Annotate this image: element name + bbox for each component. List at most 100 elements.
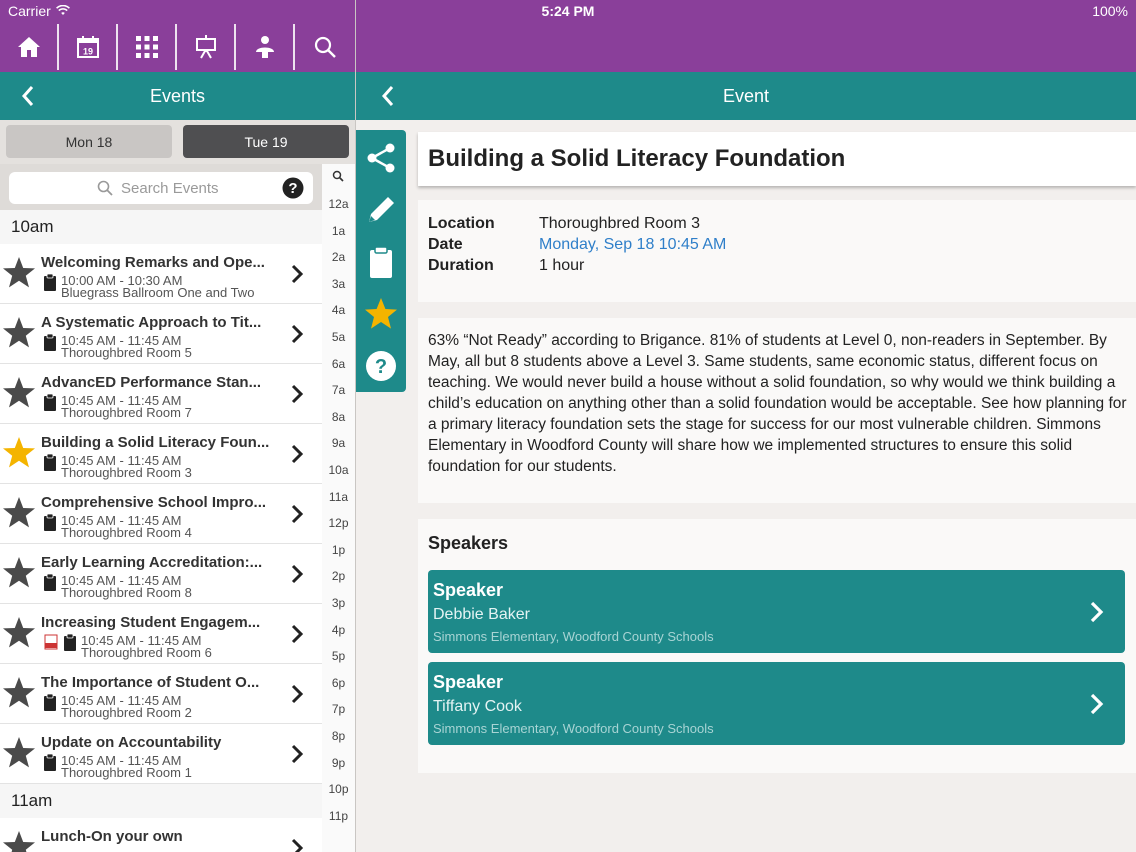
clipboard-icon [44,753,56,771]
event-row[interactable]: Update on Accountability 10:45 AM - 11:45… [0,724,322,784]
handouts-button[interactable] [356,236,406,288]
duration-value: 1 hour [539,257,585,274]
event-room: Thoroughbred Room 4 [61,525,192,540]
star-icon[interactable] [2,436,36,470]
time-index-item[interactable]: 9p [322,756,355,770]
event-title: Lunch-On your own [41,828,183,845]
favorite-button[interactable] [356,288,406,340]
index-search-icon[interactable] [332,170,344,182]
hour-header-10am: 10am [0,210,322,244]
time-index-item[interactable]: 6p [322,676,355,690]
time-index[interactable]: 12a 1a 2a 3a 4a 5a 6a 7a 8a 9a 10a 11a 12p 1p 2p 3p 4p 5p… [322,164,355,852]
grid-icon [135,36,158,58]
event-row[interactable]: AdvancED Performance Stan... 10:45 AM - 1… [0,364,322,424]
event-details-card: Location Thoroughbred Room 3 Date Monday… [418,200,1136,302]
star-icon[interactable] [2,676,36,710]
search-box[interactable]: ? [9,172,313,204]
speaker-name: Debbie Baker [433,606,530,623]
tab-tue-19[interactable]: Tue 19 [183,125,349,158]
time-index-item[interactable]: 1p [322,543,355,557]
event-title: Increasing Student Engagem... [41,614,261,631]
time-index-item[interactable]: 10a [322,463,355,477]
clipboard-icon [44,693,56,711]
svg-text:?: ? [288,180,297,197]
star-icon[interactable] [2,496,36,530]
event-title: Building a Solid Literacy Foundation [428,145,846,172]
pdf-icon [44,634,58,650]
back-chevron-icon[interactable] [376,84,400,108]
time-index-item[interactable]: 6a [322,357,355,371]
search-button[interactable] [295,24,354,70]
help-icon[interactable]: ? [282,177,304,199]
time-index-item[interactable]: 2p [322,569,355,583]
event-row[interactable]: Welcoming Remarks and Ope... 10:00 AM - 1… [0,244,322,304]
time-index-item[interactable]: 2a [322,250,355,264]
chevron-right-icon [1090,601,1104,623]
time-index-item[interactable]: 5p [322,649,355,663]
star-icon[interactable] [2,830,36,852]
time-index-item[interactable]: 8p [322,729,355,743]
grid-button[interactable] [118,24,177,70]
home-button[interactable] [0,24,59,70]
event-room: Thoroughbred Room 7 [61,405,192,420]
star-icon[interactable] [2,256,36,290]
event-row[interactable]: Increasing Student Engagem... 10:45 AM - … [0,604,322,664]
pencil-icon [369,197,394,222]
search-icon [314,36,336,58]
event-row[interactable]: Building a Solid Literacy Foun... 10:45 A… [0,424,322,484]
event-title: Welcoming Remarks and Ope... [41,254,265,271]
time-index-item[interactable]: 12a [322,197,355,211]
time-index-item[interactable]: 1a [322,224,355,238]
speaker-card[interactable]: Speaker Tiffany Cook Simmons Elementary,… [428,662,1125,745]
search-input[interactable] [121,176,281,200]
time-index-item[interactable]: 7p [322,702,355,716]
time-index-item[interactable]: 11p [322,809,355,823]
time-index-item[interactable]: 3a [322,277,355,291]
time-index-item[interactable]: 9a [322,436,355,450]
date-value-link[interactable]: Monday, Sep 18 10:45 AM [539,236,726,254]
star-icon[interactable] [2,316,36,350]
clock: 5:24 PM [541,3,595,19]
event-room: Bluegrass Ballroom One and Two [61,285,255,300]
notes-button[interactable] [356,184,406,236]
calendar-icon: 19 [76,36,99,58]
back-chevron-icon[interactable] [16,84,40,108]
chevron-right-icon [291,744,304,764]
time-index-item[interactable]: 7a [322,383,355,397]
share-button[interactable] [356,132,406,184]
time-index-item[interactable]: 3p [322,596,355,610]
star-icon[interactable] [2,556,36,590]
star-icon[interactable] [2,376,36,410]
event-row[interactable]: The Importance of Student O... 10:45 AM -… [0,664,322,724]
people-button[interactable] [236,24,295,70]
chevron-right-icon [291,684,304,704]
time-index-item[interactable]: 4a [322,303,355,317]
event-row[interactable]: Lunch-On your own [0,818,322,852]
event-nav-bar: Event [356,72,1136,120]
clipboard-icon [44,333,56,351]
time-index-item[interactable]: 12p [322,516,355,530]
event-description: 63% “Not Ready” according to Brigance. 8… [428,332,1127,475]
help-button[interactable]: ? [356,340,406,392]
time-index-item[interactable]: 8a [322,410,355,424]
time-index-item[interactable]: 5a [322,330,355,344]
event-title: Early Learning Accreditation:... [41,554,263,571]
event-row[interactable]: A Systematic Approach to Tit... 10:45 AM … [0,304,322,364]
presentation-button[interactable] [177,24,236,70]
date-label: Date [428,236,463,253]
event-row[interactable]: Comprehensive School Impro... 10:45 AM - … [0,484,322,544]
star-icon[interactable] [2,736,36,770]
event-title: A Systematic Approach to Tit... [41,314,262,331]
location-label: Location [428,215,495,232]
time-index-item[interactable]: 11a [322,490,355,504]
speaker-card[interactable]: Speaker Debbie Baker Simmons Elementary,… [428,570,1125,653]
star-icon[interactable] [2,616,36,650]
time-index-item[interactable]: 4p [322,623,355,637]
time-index-item[interactable]: 10p [322,782,355,796]
tab-mon-18[interactable]: Mon 18 [6,125,172,158]
events-nav-bar: Events [0,72,355,120]
event-row[interactable]: Early Learning Accreditation:... 10:45 AM… [0,544,322,604]
svg-text:?: ? [375,356,387,378]
speakers-heading: Speakers [428,533,509,553]
calendar-button[interactable]: 19 [59,24,118,70]
